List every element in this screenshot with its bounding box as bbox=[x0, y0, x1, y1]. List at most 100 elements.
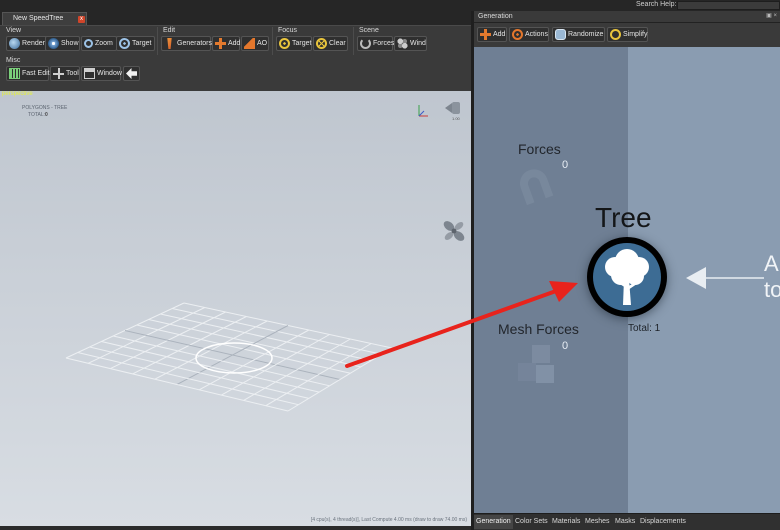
actions-icon bbox=[512, 29, 523, 40]
randomize-label: Randomize bbox=[568, 31, 604, 38]
generators-button[interactable]: Generators bbox=[161, 36, 213, 51]
render-button[interactable]: Render bbox=[6, 36, 48, 51]
main-toolbar: View Render Show Zoom Target Edit Genera… bbox=[0, 25, 471, 91]
zoom-icon bbox=[84, 39, 93, 48]
focus-clear-button[interactable]: Clear bbox=[313, 36, 348, 51]
focus-clear-label: Clear bbox=[329, 40, 346, 47]
window-button[interactable]: Window bbox=[81, 66, 122, 81]
tool-label: Tool bbox=[66, 70, 79, 77]
generation-graph-canvas[interactable]: Forces 0 Mesh Forces 0 Tree Total: 1 A t… bbox=[474, 47, 780, 513]
wind-icon bbox=[397, 38, 408, 49]
plus-icon bbox=[480, 29, 491, 40]
tree-node-total: Total: 1 bbox=[628, 323, 661, 334]
grid-line bbox=[101, 341, 320, 393]
view-target-button[interactable]: Target bbox=[116, 36, 155, 51]
simplify-label: Simplify bbox=[623, 31, 648, 38]
tree-node[interactable] bbox=[587, 237, 667, 317]
total-value: 0 bbox=[45, 112, 48, 118]
dice-icon bbox=[555, 29, 566, 40]
camera-value: 1.00 bbox=[452, 116, 460, 121]
window-label: Window bbox=[97, 70, 122, 77]
search-help-input[interactable] bbox=[677, 1, 780, 10]
fast-edit-button[interactable]: Fast Edit bbox=[6, 66, 50, 81]
randomize-button[interactable]: Randomize bbox=[552, 27, 605, 42]
3d-viewport[interactable]: perspective POLYGONS - TREE TOTAL:0 1.00… bbox=[0, 91, 471, 526]
tab-materials[interactable]: Materials bbox=[550, 515, 582, 529]
focus-target-icon bbox=[279, 38, 290, 49]
top-strip: Search Help: bbox=[0, 0, 780, 11]
misc-group-title: Misc bbox=[6, 57, 21, 64]
mesh-forces-node-label: Mesh Forces bbox=[498, 321, 579, 337]
target-icon bbox=[119, 38, 130, 49]
forces-button[interactable]: Forces bbox=[357, 36, 395, 51]
clear-icon bbox=[316, 38, 327, 49]
viewport-stats: [4 cpu(s), 4 thread(s)], Last Compute 4.… bbox=[310, 517, 467, 523]
zoom-button[interactable]: Zoom bbox=[81, 36, 117, 51]
view-group-title: View bbox=[6, 27, 22, 34]
tool-button[interactable]: Tool bbox=[50, 66, 80, 81]
group-divider bbox=[272, 27, 273, 55]
generation-titlebar: Generation ▣ × bbox=[474, 11, 780, 23]
polygons-total: TOTAL:0 bbox=[28, 112, 48, 118]
ao-icon bbox=[244, 38, 255, 49]
focus-target-button[interactable]: Target bbox=[276, 36, 312, 51]
grid-line bbox=[89, 346, 309, 399]
document-tab-label: New SpeedTree bbox=[13, 15, 64, 22]
render-icon bbox=[9, 38, 20, 49]
wind-label: Wind bbox=[410, 40, 426, 47]
window-icon bbox=[84, 68, 95, 79]
forces-button-label: Forces bbox=[373, 40, 395, 47]
focus-target-label: Target bbox=[292, 40, 312, 47]
simplify-button[interactable]: Simplify bbox=[607, 27, 648, 42]
viewport-mode-label[interactable]: perspective bbox=[2, 91, 33, 97]
total-label: TOTAL: bbox=[28, 112, 46, 118]
tab-generation[interactable]: Generation bbox=[474, 515, 513, 529]
back-arrow-icon bbox=[126, 68, 137, 79]
actions-label: Actions bbox=[525, 31, 548, 38]
move-tool-icon bbox=[53, 68, 64, 79]
generation-add-button[interactable]: Add bbox=[477, 27, 507, 42]
group-divider bbox=[157, 27, 158, 55]
back-button[interactable] bbox=[123, 66, 140, 81]
tab-masks[interactable]: Masks bbox=[613, 515, 637, 529]
close-icon[interactable]: x bbox=[78, 16, 85, 23]
focus-group-title: Focus bbox=[278, 27, 298, 34]
edit-group-title: Edit bbox=[163, 27, 176, 34]
edit-group: Edit Generators Add AO bbox=[159, 26, 271, 56]
document-tab[interactable]: New SpeedTree x bbox=[2, 12, 87, 25]
show-button[interactable]: Show bbox=[45, 36, 80, 51]
generators-label: Generators bbox=[177, 40, 213, 47]
generation-add-label: Add bbox=[493, 31, 506, 38]
mesh-forces-cubes-icon[interactable] bbox=[514, 341, 562, 389]
mesh-forces-node-count: 0 bbox=[562, 340, 569, 352]
tab-meshes[interactable]: Meshes bbox=[583, 515, 612, 529]
generation-toolbar: Add Actions Randomize Simplify bbox=[474, 23, 780, 47]
forces-node-count: 0 bbox=[562, 159, 569, 171]
panel-window-buttons[interactable]: ▣ × bbox=[766, 12, 777, 19]
render-label: Render bbox=[22, 40, 45, 47]
wind-propeller-icon[interactable] bbox=[442, 219, 466, 243]
forces-node-label: Forces bbox=[518, 141, 561, 157]
ao-button[interactable]: AO bbox=[241, 36, 269, 51]
generation-bottom-tabs: Generation Color Sets Materials Meshes M… bbox=[474, 513, 780, 530]
wind-button[interactable]: Wind bbox=[394, 36, 427, 51]
hint-text: A to bbox=[764, 251, 780, 302]
actions-button[interactable]: Actions bbox=[509, 27, 549, 42]
magnet-icon bbox=[360, 38, 371, 49]
zoom-label: Zoom bbox=[95, 40, 113, 47]
hint-arrow-icon bbox=[686, 267, 764, 289]
tab-displacements[interactable]: Displacements bbox=[638, 515, 688, 529]
ground-grid bbox=[65, 302, 393, 412]
edit-add-button[interactable]: Add bbox=[212, 36, 240, 51]
show-label: Show bbox=[61, 40, 79, 47]
focus-group: Focus Target Clear bbox=[274, 26, 352, 56]
ao-label: AO bbox=[257, 40, 268, 47]
group-divider bbox=[353, 27, 354, 55]
axis-gizmo-icon bbox=[418, 105, 428, 117]
tree-node-fill bbox=[593, 243, 661, 311]
fast-edit-icon bbox=[9, 68, 20, 79]
polygons-label: POLYGONS - TREE bbox=[22, 105, 68, 111]
forces-magnet-icon[interactable] bbox=[514, 161, 558, 209]
document-tabbar: New SpeedTree x bbox=[0, 11, 471, 25]
tab-color-sets[interactable]: Color Sets bbox=[513, 515, 550, 529]
